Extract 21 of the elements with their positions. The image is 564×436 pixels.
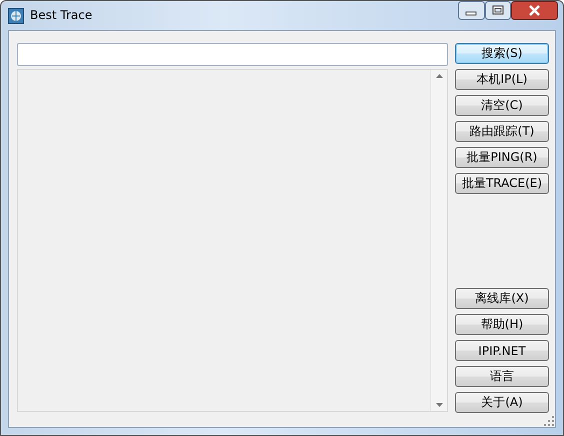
action-button[interactable]: 本机IP(L) [455, 69, 549, 90]
action-button[interactable]: 帮助(H) [455, 314, 549, 335]
action-button[interactable]: 搜索(S) [455, 43, 549, 64]
action-button[interactable]: 批量TRACE(E) [455, 173, 549, 194]
action-button[interactable]: 清空(C) [455, 95, 549, 116]
action-button[interactable]: IPIP.NET [455, 340, 549, 361]
action-button[interactable]: 路由跟踪(T) [455, 121, 549, 142]
window-title: Best Trace [30, 8, 92, 22]
action-button[interactable]: 批量PING(R) [455, 147, 549, 168]
action-button[interactable]: 关于(A) [455, 392, 549, 413]
scroll-up-icon[interactable] [436, 74, 442, 78]
search-field[interactable] [17, 43, 448, 66]
scrollbar[interactable] [430, 70, 447, 411]
action-button[interactable]: 语言 [455, 366, 549, 387]
minimize-button[interactable] [458, 1, 485, 20]
close-button[interactable] [511, 1, 558, 20]
resize-grip-icon[interactable] [544, 416, 554, 426]
app-icon [8, 8, 24, 24]
maximize-button[interactable] [485, 1, 511, 20]
action-button[interactable]: 离线库(X) [455, 288, 549, 309]
scroll-down-icon[interactable] [436, 403, 442, 407]
